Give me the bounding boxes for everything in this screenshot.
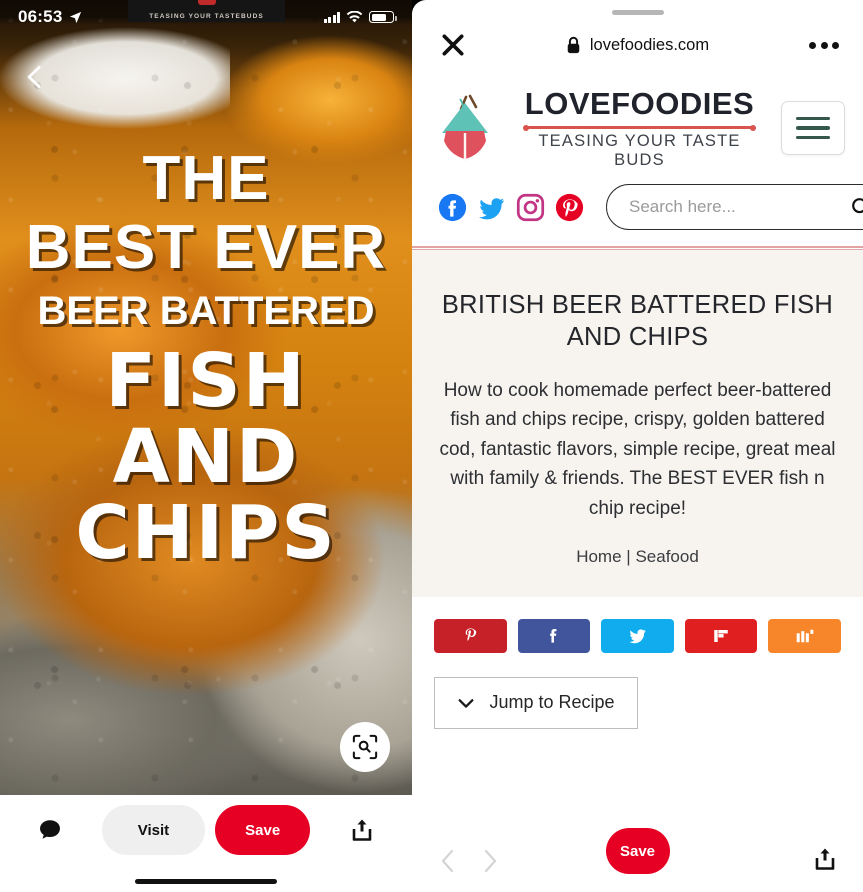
url-display[interactable]: lovefoodies.com — [466, 36, 809, 55]
instagram-icon[interactable] — [516, 193, 545, 222]
overlay-line-4: FISH — [105, 337, 307, 424]
flipboard-icon — [714, 629, 728, 642]
save-button[interactable]: Save — [605, 828, 670, 874]
overlay-line-3: BEER BATTERED — [37, 288, 375, 333]
jump-to-recipe-label: Jump to Recipe — [489, 692, 615, 713]
ios-status-bar: 06:53 — [0, 0, 412, 34]
breadcrumb-separator: | — [626, 546, 631, 566]
facebook-icon[interactable] — [438, 193, 467, 222]
search-icon[interactable] — [850, 196, 863, 218]
status-indicators — [323, 10, 397, 24]
site-header: LOVEFOODIES TEASING YOUR TASTE BUDS — [412, 72, 863, 246]
facebook-icon — [550, 629, 557, 644]
overlay-line-6: CHIPS — [75, 490, 337, 577]
flipboard-share-button[interactable] — [684, 618, 758, 653]
wifi-icon — [346, 10, 363, 22]
pinterest-icon[interactable] — [555, 193, 584, 222]
article-description: How to cook homemade perfect beer-batter… — [439, 379, 836, 519]
battery-icon — [369, 11, 397, 23]
search-input[interactable] — [629, 197, 850, 217]
breadcrumb-category[interactable]: Seafood — [635, 547, 698, 566]
browser-top-bar: lovefoodies.com — [412, 0, 863, 72]
overlay-line-1: THE — [142, 144, 270, 213]
social-links-row — [428, 172, 863, 246]
page-title: BRITISH BEER BATTERED FISH AND CHIPS — [441, 291, 834, 351]
share-buttons-row — [412, 596, 863, 653]
back-chevron-icon[interactable] — [22, 62, 48, 92]
pin-overlay-title: THE BEST EVER BEER BATTERED FISH AND CHI… — [0, 144, 412, 577]
visual-search-icon — [352, 734, 378, 760]
breadcrumb: Home | Seafood — [434, 547, 841, 567]
visual-search-button[interactable] — [340, 722, 390, 772]
header-divider — [412, 246, 863, 250]
overlay-line-2: BEST EVER — [25, 212, 387, 282]
article-block: BRITISH BEER BATTERED FISH AND CHIPS How… — [412, 250, 863, 597]
jump-to-recipe-button[interactable]: Jump to Recipe — [434, 676, 638, 729]
pin-detail-panel: TEASING YOUR TASTEBUDS 06:53 THE BEST EV… — [0, 0, 412, 892]
twitter-icon — [629, 629, 646, 644]
comment-bubble-icon — [40, 820, 60, 839]
site-tagline: TEASING YOUR TASTE BUDS — [538, 132, 741, 169]
chevron-left-icon[interactable] — [438, 848, 458, 874]
overlay-line-5: AND — [112, 414, 300, 501]
mix-icon — [796, 629, 813, 643]
lovefoodies-logo-icon[interactable] — [436, 91, 502, 165]
site-logo-row: LOVEFOODIES TEASING YOUR TASTE BUDS — [428, 78, 847, 172]
status-time: 06:53 — [18, 7, 63, 26]
mix-share-button[interactable] — [768, 618, 841, 653]
browser-share-button[interactable] — [813, 846, 837, 877]
breadcrumb-home[interactable]: Home — [576, 547, 621, 566]
in-app-browser-panel: lovefoodies.com LOVEFOODIES TEASING YOUR… — [412, 0, 863, 892]
jump-to-recipe-wrap: Jump to Recipe — [412, 652, 863, 729]
screen: TEASING YOUR TASTEBUDS 06:53 THE BEST EV… — [0, 0, 863, 892]
visit-button[interactable]: Visit — [101, 805, 206, 855]
cellular-signal-icon — [323, 11, 340, 23]
share-icon — [352, 819, 372, 841]
more-options-icon[interactable] — [809, 41, 839, 49]
hamburger-menu-icon[interactable] — [781, 101, 845, 155]
pinterest-share-button[interactable] — [434, 618, 507, 653]
twitter-icon[interactable] — [477, 193, 506, 222]
close-x-icon[interactable] — [440, 32, 466, 58]
facebook-share-button[interactable] — [517, 618, 591, 653]
status-time-group: 06:53 — [18, 7, 83, 27]
chevron-down-icon — [458, 699, 474, 708]
pin-share-button[interactable] — [312, 817, 412, 843]
site-search-box[interactable] — [606, 184, 863, 230]
chevron-right-icon[interactable] — [480, 848, 500, 874]
lock-icon — [567, 36, 580, 54]
logo-divider — [523, 124, 756, 131]
site-name: LOVEFOODIES — [524, 86, 755, 121]
twitter-share-button[interactable] — [601, 618, 674, 653]
pinterest-icon — [465, 628, 477, 642]
save-button[interactable]: Save — [215, 805, 311, 855]
browser-footer: Save — [412, 828, 863, 892]
share-icon — [815, 848, 835, 870]
comment-button[interactable] — [0, 817, 100, 843]
site-wordmark: LOVEFOODIES TEASING YOUR TASTE BUDS — [512, 86, 771, 170]
browser-nav — [438, 848, 500, 874]
home-indicator — [135, 879, 277, 884]
url-text: lovefoodies.com — [589, 35, 710, 54]
location-arrow-icon — [70, 11, 82, 23]
pin-action-bar: Visit Save — [0, 795, 412, 892]
